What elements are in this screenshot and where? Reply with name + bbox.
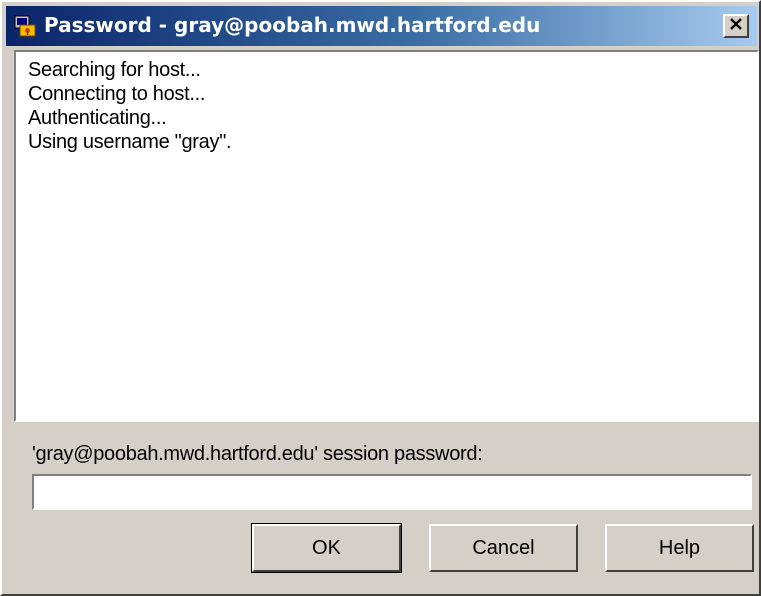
password-input[interactable] bbox=[32, 474, 752, 510]
close-icon bbox=[729, 17, 743, 36]
cancel-button[interactable]: Cancel bbox=[429, 524, 578, 572]
password-dialog: Password - gray@poobah.mwd.hartford.edu … bbox=[0, 0, 761, 596]
log-line: Searching for host... bbox=[28, 59, 201, 81]
ok-button[interactable]: OK bbox=[251, 523, 402, 573]
title-bar[interactable]: Password - gray@poobah.mwd.hartford.edu bbox=[6, 6, 757, 46]
log-line: Using username "gray". bbox=[28, 131, 232, 153]
terminal-key-icon bbox=[14, 15, 36, 37]
close-button[interactable] bbox=[723, 14, 749, 38]
password-prompt-label: 'gray@poobah.mwd.hartford.edu' session p… bbox=[32, 443, 483, 465]
help-button[interactable]: Help bbox=[605, 524, 754, 572]
window-title: Password - gray@poobah.mwd.hartford.edu bbox=[44, 13, 541, 37]
log-line: Authenticating... bbox=[28, 107, 167, 129]
connection-log[interactable]: Searching for host... Connecting to host… bbox=[14, 50, 759, 422]
log-line: Connecting to host... bbox=[28, 83, 206, 105]
